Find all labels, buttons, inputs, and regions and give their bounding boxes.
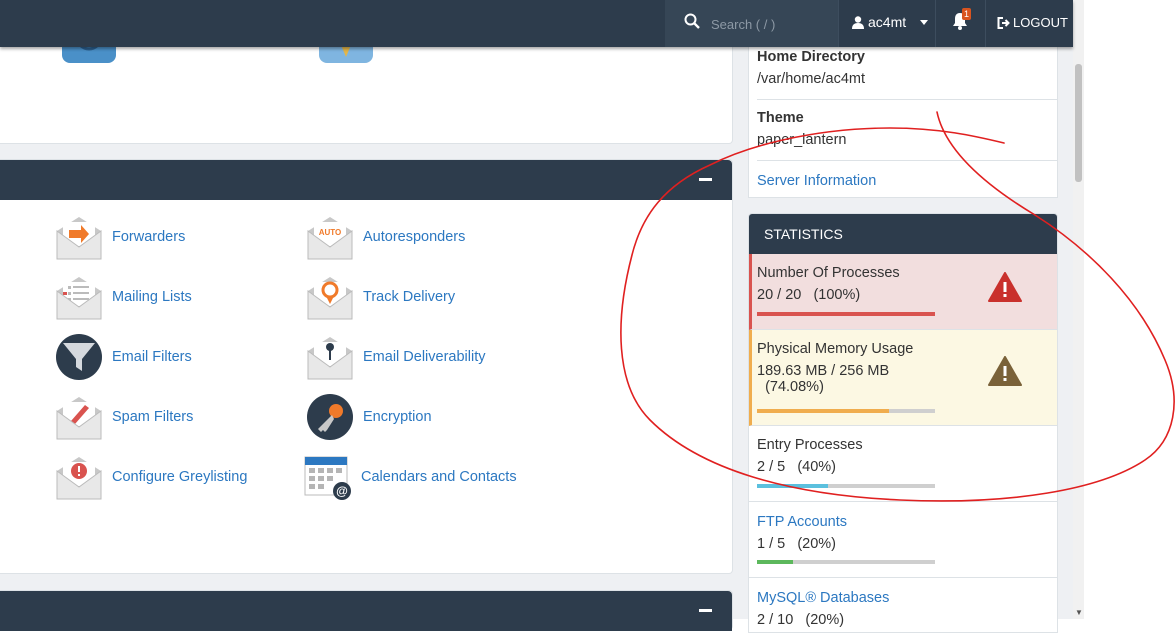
stat-usage: 2 / 5 (40%) [757, 459, 836, 475]
top-navbar: ac4mt 1 LOGOUT [0, 0, 1073, 47]
svg-text:@: @ [336, 484, 348, 498]
autoresponders-icon: AUTO [307, 217, 353, 260]
email-tool-track-delivery[interactable]: Track Delivery [306, 273, 455, 321]
autoresponders-link[interactable]: Autoresponders [363, 229, 465, 245]
username: ac4mt [868, 14, 907, 30]
stat-mysql-databases: MySQL® Databases 2 / 10 (20%) [749, 578, 1057, 632]
divider [838, 0, 839, 47]
statistics-title[interactable]: STATISTICS [749, 214, 1057, 254]
email-tool-email-filters[interactable]: Email Filters [55, 333, 192, 381]
stat-ftp-accounts: FTP Accounts 1 / 5 (20%) [749, 502, 1057, 578]
stat-physical-memory: Physical Memory Usage 189.63 MB / 256 MB… [749, 330, 1057, 426]
logout-icon [997, 16, 1010, 29]
stat-progress-fill [757, 560, 793, 564]
server-information-link[interactable]: Server Information [757, 173, 876, 189]
home-directory-row: Home Directory /var/home/ac4mt [757, 49, 1057, 100]
stat-number-of-processes: Number Of Processes 20 / 20 (100%) [749, 254, 1057, 330]
theme-label: Theme [757, 110, 804, 126]
next-panel [0, 590, 733, 631]
email-tool-encryption[interactable]: Encryption [306, 393, 432, 441]
home-directory-value: /var/home/ac4mt [757, 71, 865, 87]
forwarders-link[interactable]: Forwarders [112, 229, 185, 245]
configure-greylisting-link[interactable]: Configure Greylisting [112, 469, 247, 485]
search-box [665, 0, 838, 47]
stat-name: Physical Memory Usage [757, 341, 914, 357]
stat-progress-bar [757, 484, 935, 488]
stat-progress-bar [757, 560, 935, 564]
autoresponders-icon-text: AUTO [319, 228, 342, 237]
spam-filters-icon [56, 397, 102, 440]
email-filters-link[interactable]: Email Filters [112, 349, 192, 365]
next-panel-header[interactable] [0, 591, 732, 631]
logout-label: LOGOUT [1013, 15, 1068, 30]
search-icon[interactable] [684, 13, 700, 29]
email-deliverability-link[interactable]: Email Deliverability [363, 349, 485, 365]
email-tool-greylisting[interactable]: Configure Greylisting [55, 453, 247, 501]
stat-usage: 1 / 5 (20%) [757, 536, 836, 552]
spam-filters-link[interactable]: Spam Filters [112, 409, 193, 425]
stat-progress-fill [757, 312, 935, 316]
scrollbar[interactable]: ▼ [1073, 0, 1084, 619]
stat-progress-bar [757, 312, 935, 316]
search-input[interactable] [709, 12, 828, 36]
encryption-icon [307, 394, 353, 440]
divider [935, 0, 936, 47]
email-tool-mailing-lists[interactable]: Mailing Lists [55, 273, 192, 321]
email-tool-calendars-contacts[interactable]: @ Calendars and Contacts [304, 453, 517, 501]
forwarders-icon [56, 217, 102, 260]
email-deliverability-icon [307, 337, 353, 380]
collapse-icon[interactable] [699, 609, 712, 612]
mailing-lists-icon [56, 277, 102, 320]
calendars-contacts-link[interactable]: Calendars and Contacts [361, 469, 517, 485]
stat-progress-fill [757, 484, 829, 488]
scroll-down-icon[interactable]: ▼ [1075, 608, 1083, 617]
user-menu[interactable]: ac4mt [852, 14, 929, 30]
email-tool-spam-filters[interactable]: Spam Filters [55, 393, 193, 441]
email-tool-forwarders[interactable]: Forwarders [55, 213, 185, 261]
warning-icon [988, 356, 1022, 386]
divider [985, 0, 986, 47]
stat-usage: 2 / 10 (20%) [757, 612, 845, 628]
stat-entry-processes: Entry Processes 2 / 5 (40%) [749, 426, 1057, 502]
theme-row: Theme paper_lantern [757, 100, 1057, 161]
chevron-down-icon [920, 19, 929, 25]
theme-value: paper_lantern [757, 132, 847, 148]
general-info-card: Home Directory /var/home/ac4mt Theme pap… [748, 40, 1058, 198]
stat-name: Entry Processes [757, 437, 863, 453]
calendars-contacts-icon: @ [304, 456, 351, 500]
danger-icon [988, 272, 1022, 302]
logout-button[interactable]: LOGOUT [997, 15, 1068, 30]
email-tool-email-deliverability[interactable]: Email Deliverability [306, 333, 485, 381]
email-panel: Forwarders Mailing Lists Email Filters S… [0, 159, 733, 574]
email-panel-header[interactable] [0, 160, 732, 200]
mailing-lists-link[interactable]: Mailing Lists [112, 289, 192, 305]
notification-badge: 1 [962, 8, 972, 20]
email-filters-icon [56, 334, 102, 380]
mysql-databases-link[interactable]: MySQL® Databases [757, 590, 889, 606]
greylisting-icon [56, 457, 102, 500]
scrollbar-thumb[interactable] [1075, 64, 1082, 182]
server-info-row: Server Information [757, 172, 1057, 189]
user-icon [852, 15, 864, 29]
stat-progress-bar [757, 409, 935, 413]
track-delivery-link[interactable]: Track Delivery [363, 289, 455, 305]
track-delivery-icon [307, 277, 353, 320]
email-tool-autoresponders[interactable]: AUTO Autoresponders [306, 213, 465, 261]
statistics-card: STATISTICS Number Of Processes 20 / 20 (… [748, 213, 1058, 633]
ftp-accounts-link[interactable]: FTP Accounts [757, 514, 847, 530]
home-directory-label: Home Directory [757, 49, 865, 65]
encryption-link[interactable]: Encryption [363, 409, 432, 425]
collapse-icon[interactable] [699, 178, 712, 181]
stat-progress-fill [757, 409, 889, 413]
